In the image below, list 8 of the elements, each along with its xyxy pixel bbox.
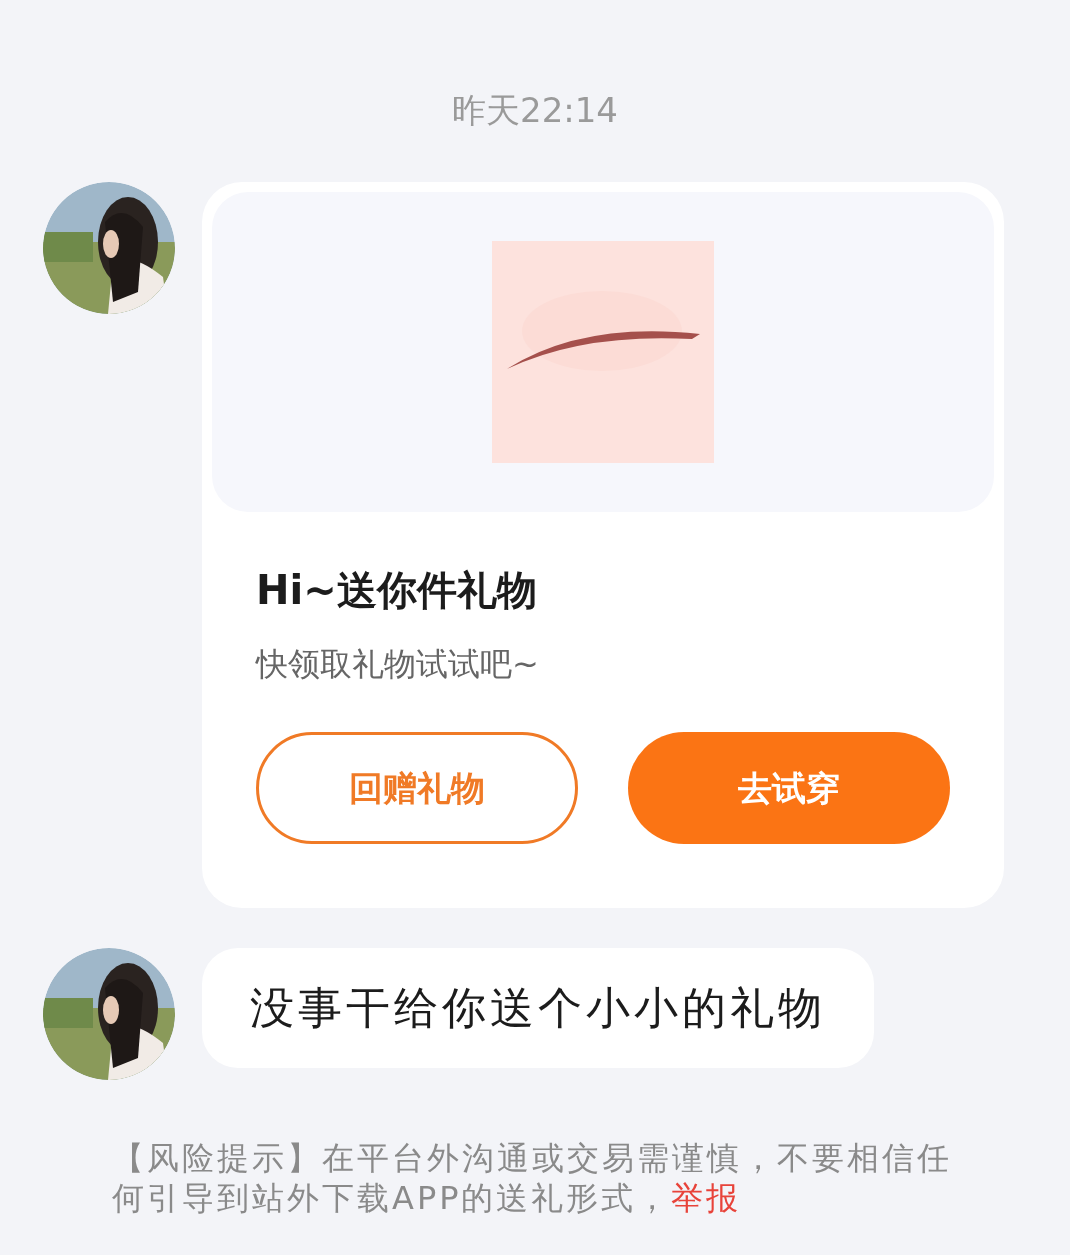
report-link[interactable]: 举报 [671,1179,742,1217]
card-subtitle: 快领取礼物试试吧~ [256,644,540,684]
return-gift-button[interactable]: 回赠礼物 [256,732,578,844]
timestamp: 昨天22:14 [452,89,618,132]
risk-notice: 【风险提示】在平台外沟通或交易需谨慎，不要相信任何引导到站外下载APP的送礼形式，举报 [112,1138,953,1218]
card-title: Hi~送你件礼物 [256,566,538,614]
message-bubble: 没事干给你送个小小的礼物 [202,948,874,1068]
try-on-button[interactable]: 去试穿 [628,732,950,844]
